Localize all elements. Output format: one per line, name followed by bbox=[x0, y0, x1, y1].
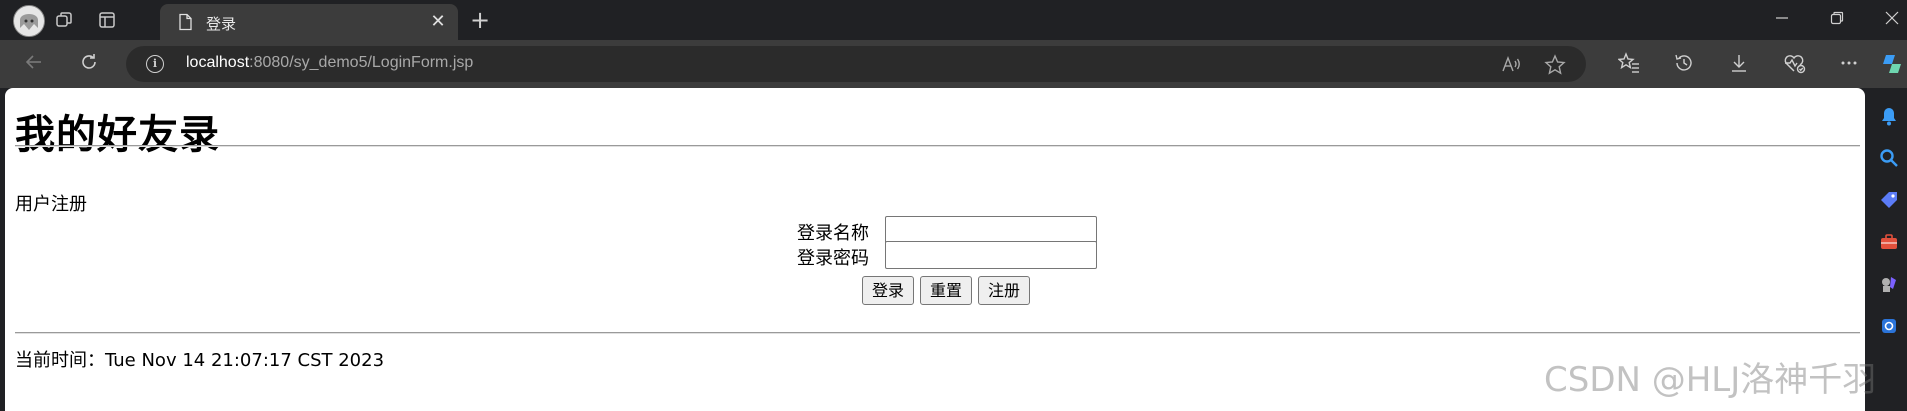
browser-essentials-icon[interactable] bbox=[1782, 52, 1806, 76]
password-row: 登录密码 bbox=[15, 239, 1860, 269]
favorites-icon[interactable] bbox=[1617, 52, 1641, 76]
restore-icon[interactable] bbox=[1825, 8, 1849, 32]
url-text[interactable]: localhost:8080/sy_demo5/LoginForm.jsp bbox=[186, 54, 473, 72]
reset-button[interactable]: 重置 bbox=[920, 276, 972, 305]
divider-top bbox=[15, 145, 1860, 147]
profile-avatar[interactable] bbox=[13, 5, 45, 37]
search-icon[interactable] bbox=[1878, 148, 1900, 170]
outlook-icon[interactable] bbox=[1878, 316, 1900, 338]
back-arrow-icon[interactable] bbox=[22, 52, 46, 76]
page-title: 我的好友录 bbox=[15, 112, 220, 158]
tab-strip: 登录 ✕ + bbox=[0, 0, 1907, 40]
password-input[interactable] bbox=[885, 241, 1097, 269]
tools-briefcase-icon[interactable] bbox=[1878, 232, 1900, 254]
star-icon[interactable] bbox=[1544, 54, 1566, 76]
tab-actions-icon[interactable] bbox=[95, 8, 119, 32]
login-button[interactable]: 登录 bbox=[862, 276, 914, 305]
tab-title: 登录 bbox=[206, 15, 237, 33]
window-close-icon[interactable] bbox=[1880, 8, 1904, 32]
address-bar[interactable]: i localhost:8080/sy_demo5/LoginForm.jsp bbox=[126, 46, 1586, 82]
read-aloud-icon[interactable] bbox=[1500, 54, 1522, 76]
refresh-icon[interactable] bbox=[77, 52, 101, 76]
workspaces-icon[interactable] bbox=[52, 8, 76, 32]
active-tab[interactable]: 登录 ✕ bbox=[160, 4, 458, 40]
url-host: localhost bbox=[186, 54, 250, 71]
time-value: Tue Nov 14 21:07:17 CST 2023 bbox=[105, 350, 385, 371]
history-icon[interactable] bbox=[1672, 52, 1696, 76]
page-icon bbox=[176, 13, 194, 31]
bell-icon[interactable] bbox=[1878, 106, 1900, 128]
shopping-tag-icon[interactable] bbox=[1878, 190, 1900, 212]
register-link[interactable]: 用户注册 bbox=[15, 190, 87, 216]
url-path: :8080/sy_demo5/LoginForm.jsp bbox=[249, 54, 474, 71]
copilot-icon[interactable] bbox=[1880, 52, 1904, 76]
info-icon[interactable]: i bbox=[146, 55, 164, 73]
password-label: 登录密码 bbox=[797, 248, 869, 269]
browser-toolbar: i localhost:8080/sy_demo5/LoginForm.jsp bbox=[0, 40, 1907, 88]
csdn-watermark: CSDN @HLJ洛神千羽 bbox=[1544, 360, 1877, 400]
register-button[interactable]: 注册 bbox=[978, 276, 1030, 305]
games-icon[interactable] bbox=[1878, 274, 1900, 296]
more-icon[interactable] bbox=[1837, 52, 1861, 76]
minimize-icon[interactable] bbox=[1770, 8, 1794, 32]
plus-icon[interactable]: + bbox=[468, 8, 492, 32]
divider-bottom bbox=[15, 332, 1860, 334]
close-icon[interactable]: ✕ bbox=[428, 12, 448, 32]
download-icon[interactable] bbox=[1727, 52, 1751, 76]
current-time: 当前时间：Tue Nov 14 21:07:17 CST 2023 bbox=[15, 346, 384, 372]
time-label: 当前时间： bbox=[15, 350, 105, 371]
